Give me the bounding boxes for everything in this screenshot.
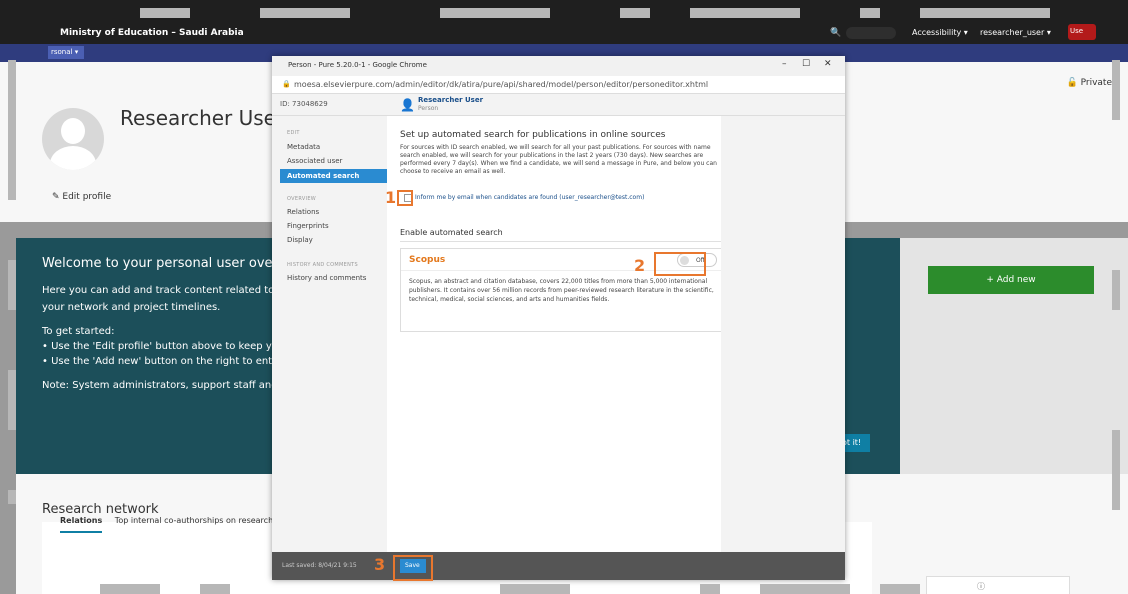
- window-titlebar: Person - Pure 5.20.0-1 - Google Chrome –…: [272, 56, 845, 76]
- private-label: 🔓 Private: [1066, 78, 1112, 88]
- nav-item-fingerprints[interactable]: Fingerprints: [287, 222, 329, 230]
- top-bar: Ministry of Education – Saudi Arabia 🔍 A…: [0, 0, 1128, 44]
- last-saved: Last saved: 8/04/21 9:15: [282, 562, 357, 569]
- marker-1: 1: [385, 188, 397, 207]
- nav-item-history[interactable]: History and comments: [287, 274, 366, 282]
- personal-tab[interactable]: rsonal ▾: [48, 46, 84, 59]
- editor-content: Set up automated search for publications…: [387, 116, 722, 552]
- welcome-note: Note: System administrators, support sta…: [42, 380, 285, 391]
- search-input[interactable]: [846, 27, 896, 39]
- user-badge[interactable]: Use: [1068, 24, 1096, 40]
- marker-2: 2: [634, 256, 646, 275]
- person-icon: 👤: [400, 98, 415, 112]
- help-button[interactable]: ⓘ: [926, 576, 1070, 594]
- edit-profile-link[interactable]: ✎ Edit profile: [52, 192, 111, 202]
- person-name: Researcher User: [418, 96, 484, 104]
- editor-header: ID: 73048629 👤 Researcher User Person: [272, 94, 845, 116]
- nav-section-edit: EDIT: [287, 130, 300, 136]
- person-id: ID: 73048629: [280, 100, 328, 108]
- search-icon[interactable]: 🔍: [830, 28, 841, 38]
- tab-relations[interactable]: Relations: [60, 516, 103, 533]
- network-tabs: Relations Top internal co-authorships on…: [60, 516, 281, 533]
- url-text: moesa.elsevierpure.com/admin/editor/dk/a…: [294, 80, 709, 89]
- address-bar[interactable]: 🔒 moesa.elsevierpure.com/admin/editor/dk…: [272, 76, 845, 94]
- get-started: To get started: • Use the 'Edit profile'…: [42, 326, 289, 367]
- nav-item-display[interactable]: Display: [287, 236, 313, 244]
- editor-nav: EDIT Metadata Associated user Automated …: [272, 116, 387, 552]
- scopus-title: Scopus: [409, 255, 446, 265]
- welcome-title: Welcome to your personal user overview: [42, 256, 308, 271]
- nav-section-history: HISTORY AND COMMENTS: [287, 262, 358, 268]
- tab-top-coauthorships[interactable]: Top internal co-authorships on research …: [115, 516, 281, 525]
- toggle-highlight: [654, 252, 706, 276]
- marker-3: 3: [374, 555, 386, 574]
- accessibility-menu[interactable]: Accessibility ▾: [912, 28, 968, 37]
- enable-search-heading: Enable automated search: [400, 228, 722, 242]
- avatar: [42, 108, 104, 170]
- editor-footer: Last saved: 8/04/21 9:15 Save: [272, 552, 845, 580]
- network-title: Research network: [42, 502, 159, 517]
- nav-item-automated-search[interactable]: Automated search: [280, 169, 387, 183]
- person-editor-window: Person - Pure 5.20.0-1 - Google Chrome –…: [272, 56, 845, 580]
- user-menu[interactable]: researcher_user ▾: [980, 28, 1051, 37]
- welcome-lead: Here you can add and track content relat…: [42, 285, 275, 313]
- person-type: Person: [418, 105, 439, 112]
- profile-name: Researcher User: [120, 106, 285, 130]
- email-checkbox-label[interactable]: Inform me by email when candidates are f…: [415, 194, 644, 201]
- nav-item-relations[interactable]: Relations: [287, 208, 319, 216]
- institution-name: Ministry of Education – Saudi Arabia: [60, 28, 244, 38]
- lock-icon: 🔒: [282, 80, 291, 88]
- nav-item-metadata[interactable]: Metadata: [287, 143, 320, 151]
- save-highlight: [393, 555, 433, 581]
- close-icon[interactable]: ✕: [824, 59, 832, 69]
- automated-search-heading: Set up automated search for publications…: [400, 130, 666, 140]
- automated-search-description: For sources with ID search enabled, we w…: [400, 144, 717, 175]
- editor-right-column: [721, 116, 845, 552]
- maximize-icon[interactable]: ☐: [802, 59, 810, 69]
- window-title: Person - Pure 5.20.0-1 - Google Chrome: [288, 61, 427, 69]
- nav-section-overview: OVERVIEW: [287, 196, 317, 202]
- nav-item-associated-user[interactable]: Associated user: [287, 157, 342, 165]
- minimize-icon[interactable]: –: [782, 59, 787, 69]
- scopus-description: Scopus, an abstract and citation databas…: [409, 278, 714, 303]
- add-new-button[interactable]: + Add new: [928, 266, 1094, 294]
- checkbox-highlight: [397, 190, 413, 206]
